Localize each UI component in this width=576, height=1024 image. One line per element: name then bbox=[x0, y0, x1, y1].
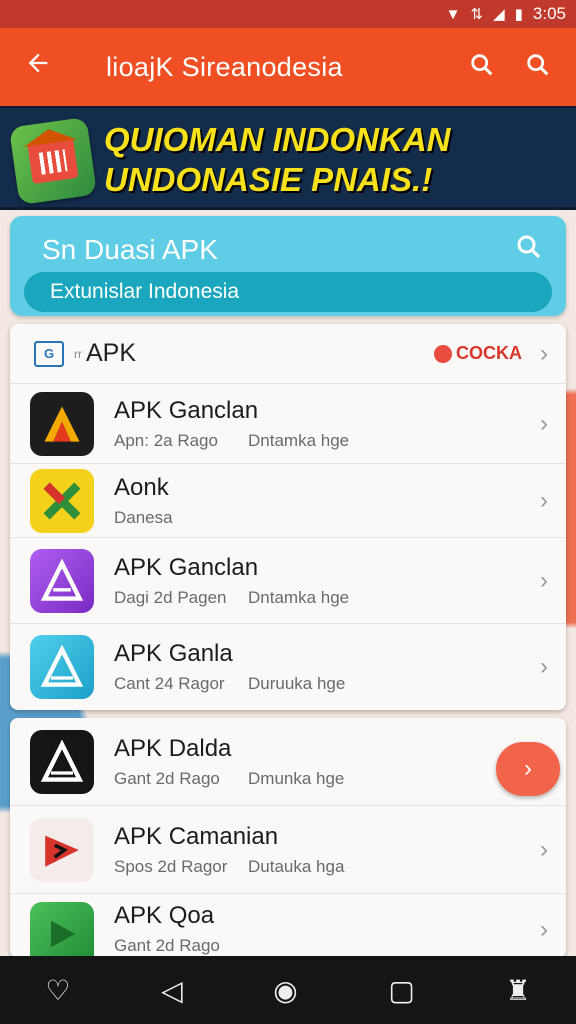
chevron-right-icon: › bbox=[540, 486, 548, 514]
heart-icon[interactable]: ♡ bbox=[45, 974, 70, 1007]
apk-icon-cyan bbox=[30, 635, 94, 699]
chevron-right-icon: › bbox=[540, 566, 548, 594]
chevron-right-icon: › bbox=[540, 835, 548, 863]
item-meta: Danesa bbox=[114, 507, 173, 527]
item-meta-2: Dutauka hga bbox=[248, 856, 345, 876]
home-circle-icon[interactable]: ◉ bbox=[273, 974, 297, 1007]
search-button[interactable] bbox=[454, 51, 510, 84]
item-meta: Gant 2d Rago bbox=[114, 936, 220, 955]
apk-list-card: G rr APK COCKA › APK Ganclan Apn: 2a Rag… bbox=[10, 324, 566, 710]
search-icon[interactable] bbox=[514, 232, 544, 267]
account-icon[interactable]: ♜ bbox=[506, 974, 531, 1007]
banner-line-2: UNDONASIE PNAIS.! bbox=[104, 161, 433, 198]
chevron-right-icon: › bbox=[540, 653, 548, 680]
item-meta-2: Duruuka hge bbox=[248, 674, 346, 693]
apk-icon-purple bbox=[30, 548, 94, 613]
item-meta: Apn: 2a Rago bbox=[114, 430, 218, 450]
store-logo-icon bbox=[8, 116, 98, 206]
list-item[interactable]: Aonk Danesa › bbox=[10, 464, 566, 538]
list-item[interactable]: APK Ganclan Dagi 2d Pagen Dntamka hge › bbox=[10, 538, 566, 624]
search-button-2[interactable] bbox=[510, 51, 566, 84]
back-triangle-icon[interactable]: ◁ bbox=[161, 974, 183, 1007]
search-card[interactable]: Sn Duasi APK Extunislar Indonesia bbox=[10, 216, 566, 316]
banner-line-1: QUIOMAN INDONKAN bbox=[104, 121, 451, 158]
chevron-right-icon: › bbox=[524, 755, 532, 782]
apk-box-icon: G bbox=[34, 340, 64, 367]
apk-icon-red bbox=[30, 817, 94, 882]
app-bar: lioajK Sireanodesia bbox=[0, 28, 576, 106]
item-name: APK Ganclan bbox=[114, 553, 259, 581]
chevron-right-icon: › bbox=[540, 916, 548, 943]
item-name: Aonk bbox=[114, 473, 169, 501]
item-meta-2: Dmunka hge bbox=[248, 768, 345, 788]
search-input[interactable]: Sn Duasi APK bbox=[42, 234, 218, 266]
list-item[interactable]: APK Qoa Gant 2d Rago › bbox=[10, 894, 566, 958]
arrow-left-icon bbox=[28, 53, 48, 73]
back-button[interactable] bbox=[0, 49, 76, 85]
banner-headline: QUIOMAN INDONKAN UNDONASIE PNAIS.! bbox=[104, 120, 564, 200]
search-subtitle-pill[interactable]: Extunislar Indonesia bbox=[24, 272, 552, 312]
status-time: 3:05 bbox=[532, 4, 566, 23]
header-link[interactable]: COCKA bbox=[434, 343, 522, 364]
data-icon: ⇅ bbox=[470, 6, 484, 23]
promo-banner[interactable]: QUIOMAN INDONKAN UNDONASIE PNAIS.! bbox=[0, 106, 576, 210]
list-item[interactable]: APK Ganclan Apn: 2a Rago Dntamka hge › bbox=[10, 384, 566, 464]
item-name: APK Camanian bbox=[114, 822, 279, 850]
floating-action-button[interactable]: › bbox=[496, 742, 560, 796]
item-meta-2: Dntamka hge bbox=[248, 430, 350, 450]
item-meta: Spos 2d Ragor bbox=[114, 856, 228, 876]
chevron-right-icon: › bbox=[540, 409, 548, 437]
app-title: lioajK Sireanodesia bbox=[106, 51, 343, 82]
list-item[interactable]: APK Camanian Spos 2d Ragor Dutauka hga › bbox=[10, 806, 566, 894]
item-name: APK Dalda bbox=[114, 734, 232, 762]
item-meta: Gant 2d Rago bbox=[114, 768, 220, 788]
search-icon bbox=[527, 53, 549, 75]
list-item[interactable]: APK Ganla Cant 24 Ragor Duruuka hge › bbox=[10, 624, 566, 710]
battery-icon: ▮ bbox=[514, 6, 523, 23]
item-name: APK Ganla bbox=[114, 640, 233, 667]
system-nav-bar: ♡ ◁ ◉ ▢ ♜ bbox=[0, 956, 576, 1024]
list-item[interactable]: APK Dalda Gant 2d Rago Dmunka hge bbox=[10, 718, 566, 806]
list-header[interactable]: G rr APK COCKA › bbox=[10, 324, 566, 384]
signal-icon: ◢ bbox=[493, 6, 505, 23]
item-meta: Cant 24 Ragor bbox=[114, 674, 225, 693]
search-icon bbox=[471, 53, 493, 75]
chevron-right-icon: › bbox=[540, 339, 548, 367]
wifi-icon: ▼ bbox=[445, 5, 461, 23]
coin-icon bbox=[434, 344, 452, 363]
item-name: APK Ganclan bbox=[114, 396, 259, 424]
apk-icon-green bbox=[30, 902, 94, 958]
apk-icon-black bbox=[30, 729, 94, 794]
apk-icon-black bbox=[30, 391, 94, 456]
item-meta: Dagi 2d Pagen bbox=[114, 587, 227, 607]
recents-square-icon[interactable]: ▢ bbox=[388, 974, 414, 1007]
apk-list-card-2: APK Dalda Gant 2d Rago Dmunka hge APK Cam… bbox=[10, 718, 566, 958]
header-small-text: rr bbox=[74, 346, 82, 361]
status-bar: ▼ ⇅ ◢ ▮ 3:05 bbox=[0, 0, 576, 28]
item-name: APK Qoa bbox=[114, 902, 215, 929]
item-meta-2: Dntamka hge bbox=[248, 587, 350, 607]
apk-icon-green bbox=[30, 468, 94, 533]
list-title: APK bbox=[86, 339, 137, 367]
